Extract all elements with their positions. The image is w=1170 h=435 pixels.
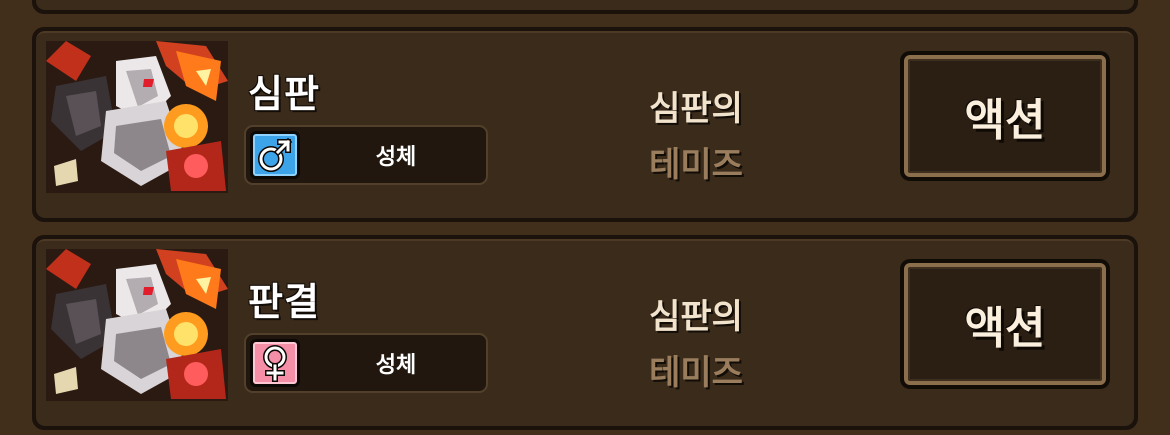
- male-symbol-icon: [250, 131, 300, 179]
- action-button-label: 액션: [964, 95, 1046, 146]
- action-button-face: 액션: [904, 263, 1106, 385]
- list-item-partial-body: [36, 0, 1134, 10]
- dragon-portrait[interactable]: [46, 249, 228, 401]
- female-symbol-icon: [250, 339, 300, 387]
- dragon-list: 심판 성체 심판의 테미즈 액션 판결 성체 심판의 테미즈 액션: [0, 0, 1170, 435]
- action-button-label: 액션: [964, 303, 1046, 354]
- gender-species-box: 성체: [244, 125, 488, 185]
- dragon-portrait[interactable]: [46, 41, 228, 193]
- list-item-body: 심판 성체 심판의 테미즈 액션: [36, 31, 1134, 218]
- action-button-face: 액션: [904, 55, 1106, 177]
- species-label: 성체: [375, 353, 417, 378]
- gender-species-box: 성체: [244, 333, 488, 393]
- list-item[interactable]: 심판 성체 심판의 테미즈 액션: [32, 27, 1138, 222]
- dragon-name: 판결: [248, 280, 320, 324]
- title-prefix: 심판의: [649, 89, 743, 129]
- action-button[interactable]: 액션: [900, 259, 1110, 389]
- title-prefix: 심판의: [649, 297, 743, 337]
- species-label: 성체: [375, 145, 417, 170]
- list-item-partial: [32, 0, 1138, 14]
- list-item-body: 판결 성체 심판의 테미즈 액션: [36, 239, 1134, 426]
- action-button[interactable]: 액션: [900, 51, 1110, 181]
- list-item[interactable]: 판결 성체 심판의 테미즈 액션: [32, 235, 1138, 430]
- title-name: 테미즈: [649, 353, 743, 393]
- dragon-name: 심판: [248, 72, 320, 116]
- title-name: 테미즈: [649, 145, 743, 185]
